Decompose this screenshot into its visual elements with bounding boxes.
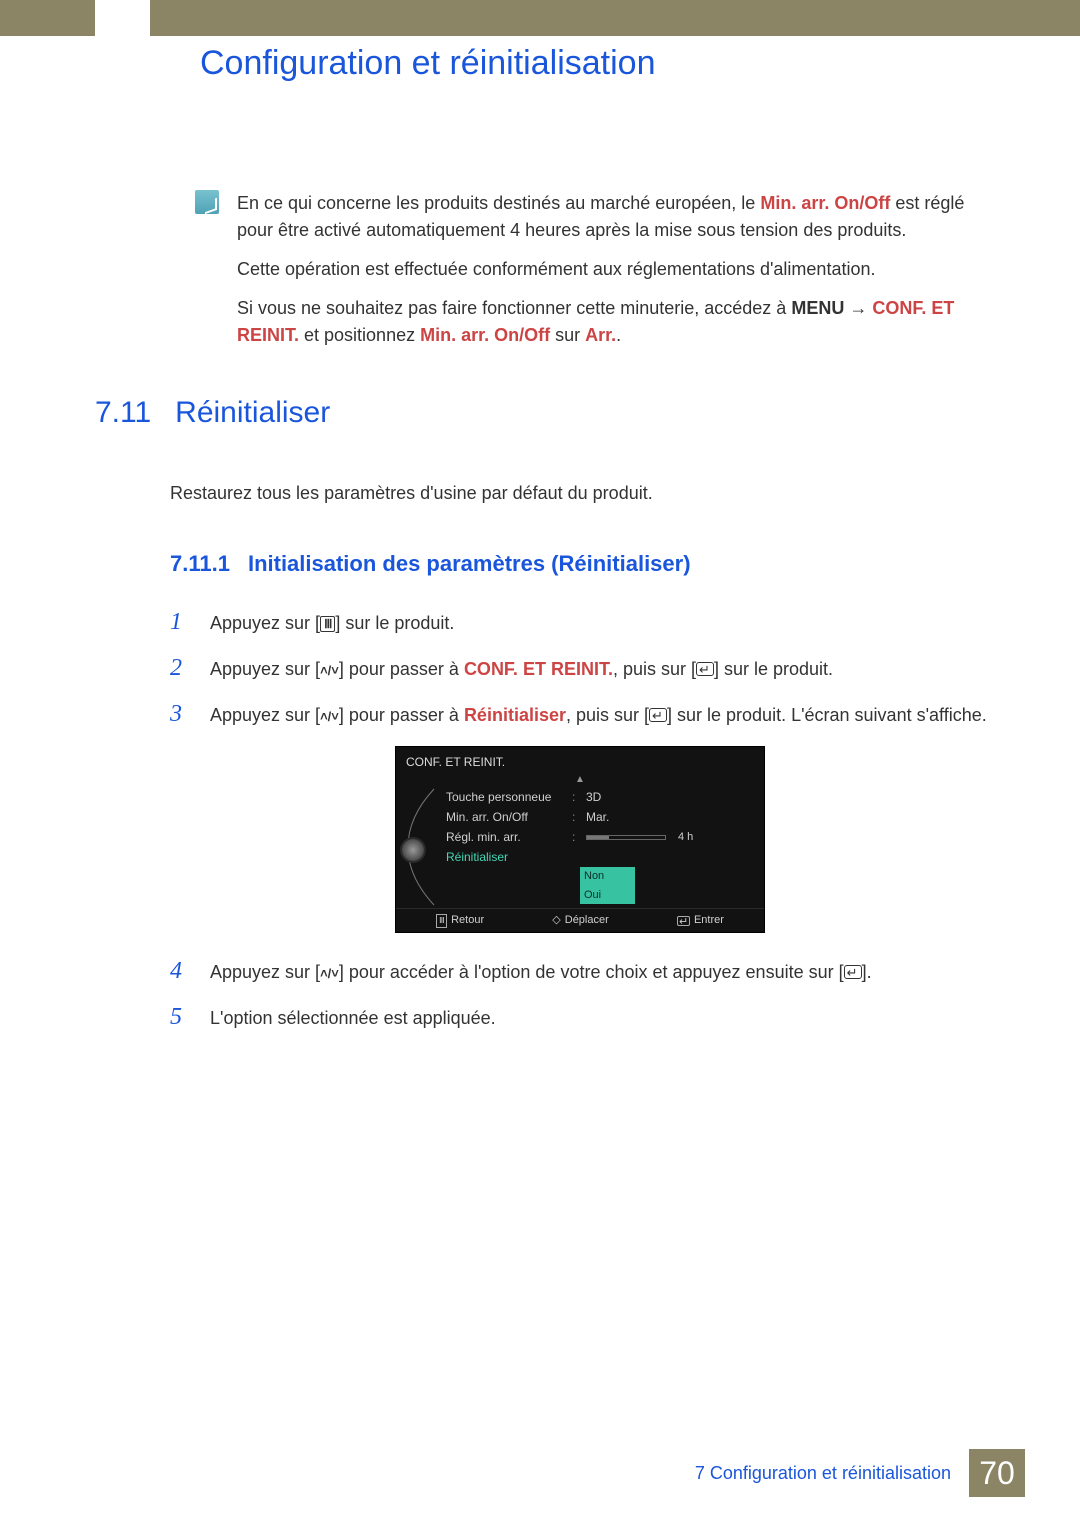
osd-row-touche: Touche personneue : 3D bbox=[446, 787, 756, 807]
note-paragraph-3: Si vous ne souhaitez pas faire fonctionn… bbox=[237, 295, 1005, 349]
up-down-icon: ˄/˅ bbox=[320, 663, 339, 678]
step-4: 4 Appuyez sur [˄/˅] pour accéder à l'opt… bbox=[170, 953, 1005, 989]
osd-enter-icon bbox=[677, 916, 690, 926]
osd-menu-icon: Ⅲ bbox=[436, 914, 447, 928]
osd-footer: ⅢRetour Déplacer Entrer bbox=[396, 908, 764, 932]
steps-list-cont: 4 Appuyez sur [˄/˅] pour accéder à l'opt… bbox=[170, 953, 1005, 1035]
note-text: En ce qui concerne les produits destinés… bbox=[237, 190, 1005, 361]
menu-button-icon bbox=[320, 616, 335, 632]
chapter-tab-notch bbox=[95, 0, 150, 46]
section-intro: Restaurez tous les paramètres d'usine pa… bbox=[170, 480, 1005, 507]
step-5: 5 L'option sélectionnée est appliquée. bbox=[170, 999, 1005, 1035]
osd-scroll-up-icon: ▲ bbox=[396, 775, 764, 785]
step-2: 2 Appuyez sur [˄/˅] pour passer à CONF. … bbox=[170, 650, 1005, 686]
section-heading: 7.11Réinitialiser bbox=[95, 390, 1005, 435]
gear-icon bbox=[402, 839, 424, 861]
osd-row-reinit: Réinitialiser bbox=[446, 847, 756, 867]
enter-icon bbox=[696, 662, 714, 676]
osd-option-oui: Oui bbox=[580, 886, 635, 905]
page-footer: 7 Configuration et réinitialisation 70 bbox=[695, 1449, 1025, 1497]
note-icon bbox=[195, 190, 219, 214]
osd-row-minarr: Min. arr. On/Off : Mar. bbox=[446, 807, 756, 827]
steps-list: 1 Appuyez sur [] sur le produit. 2 Appuy… bbox=[170, 604, 1005, 732]
footer-page-number: 70 bbox=[969, 1449, 1025, 1497]
osd-slider-icon bbox=[586, 835, 666, 840]
footer-chapter: 7 Configuration et réinitialisation bbox=[695, 1460, 951, 1487]
up-down-icon: ˄/˅ bbox=[320, 709, 339, 724]
enter-icon bbox=[844, 965, 862, 979]
up-down-icon: ˄/˅ bbox=[320, 966, 339, 981]
enter-icon bbox=[649, 708, 667, 722]
section-711: 7.11Réinitialiser Restaurez tous les par… bbox=[95, 390, 1005, 1045]
osd-option-non: Non bbox=[580, 867, 635, 886]
osd-screenshot: CONF. ET REINIT. ▲ Touche personneue : 3… bbox=[395, 746, 765, 933]
osd-options: Non Oui bbox=[580, 867, 756, 904]
osd-side-curve bbox=[404, 787, 438, 904]
info-note: En ce qui concerne les produits destinés… bbox=[195, 190, 1005, 361]
step-3: 3 Appuyez sur [˄/˅] pour passer à Réinit… bbox=[170, 696, 1005, 732]
osd-row-regl: Régl. min. arr. : 4 h bbox=[446, 827, 756, 847]
note-paragraph-2: Cette opération est effectuée conforméme… bbox=[237, 256, 1005, 283]
osd-title: CONF. ET REINIT. bbox=[396, 747, 764, 775]
header-bar bbox=[0, 0, 1080, 36]
subsection-heading: 7.11.1Initialisation des paramètres (Réi… bbox=[170, 547, 1005, 580]
note-paragraph-1: En ce qui concerne les produits destinés… bbox=[237, 190, 1005, 244]
page-title: Configuration et réinitialisation bbox=[200, 38, 655, 89]
step-1: 1 Appuyez sur [] sur le produit. bbox=[170, 604, 1005, 640]
osd-move-icon bbox=[552, 912, 560, 929]
